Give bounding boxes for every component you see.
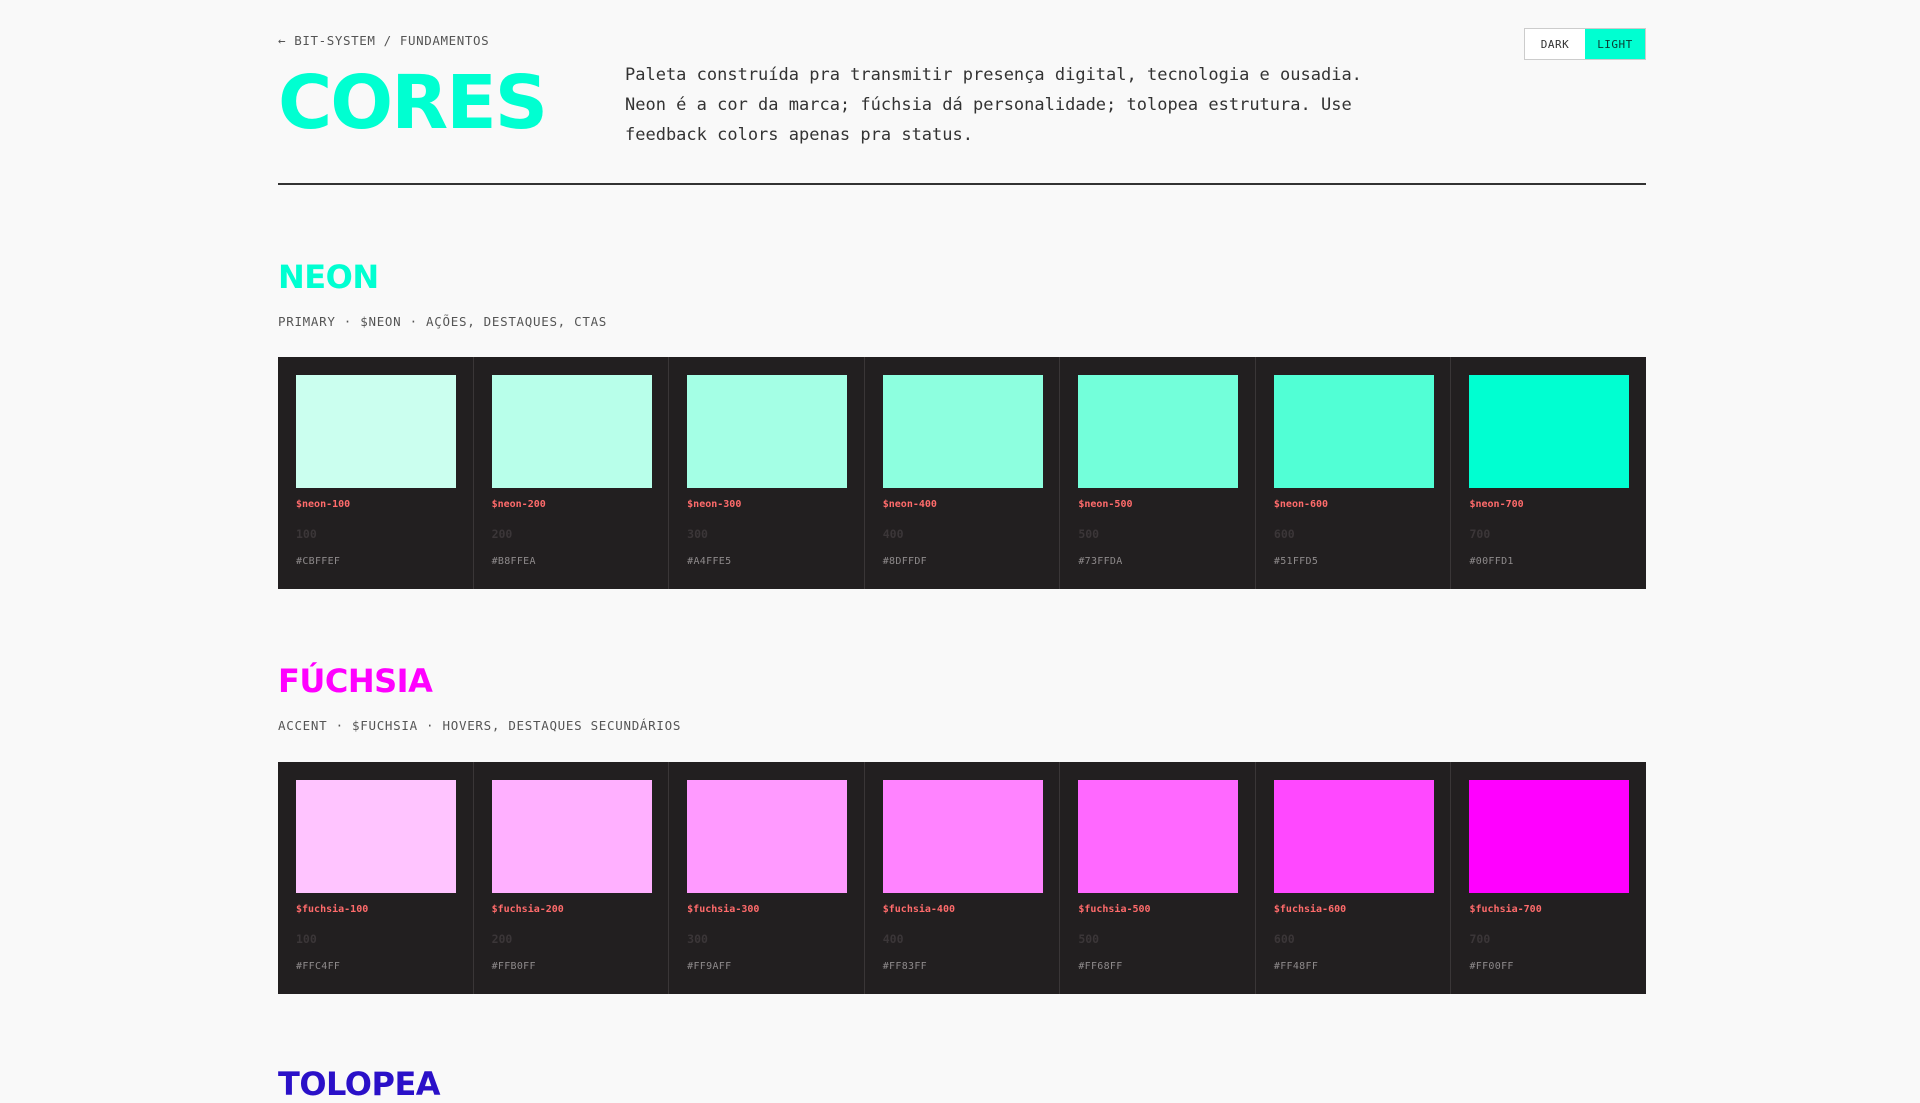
swatch-token: $neon-500 — [1078, 499, 1133, 510]
swatch-hex: #FF68FF — [1078, 961, 1123, 972]
swatch-token: $neon-700 — [1469, 499, 1524, 510]
swatch-token: $neon-600 — [1273, 499, 1329, 510]
swatch-weight: 500 — [1078, 932, 1100, 946]
section-subtitle-fuchsia: ACCENT · $FUCHSIA · HOVERS, DESTAQUES SE… — [278, 718, 682, 733]
swatch-color[interactable] — [687, 375, 848, 488]
swatch-hex: #8DFFDF — [882, 556, 927, 567]
swatch-token: $neon-100 — [296, 499, 351, 510]
swatch-card[interactable]: $neon-300 300 #A4FFE5 — [669, 357, 865, 589]
swatch-hex: #CBFFEF — [296, 556, 341, 567]
swatch-card[interactable]: $fuchsia-600 600 #FF48FF — [1256, 762, 1452, 994]
swatch-color[interactable] — [882, 780, 1043, 893]
swatch-card[interactable]: $fuchsia-700 700 #FF00FF — [1451, 762, 1646, 994]
swatch-card[interactable]: $neon-400 400 #8DFFDF — [865, 357, 1061, 589]
dark-theme-button[interactable]: DARK — [1525, 29, 1585, 59]
swatch-color[interactable] — [491, 780, 652, 893]
swatch-card[interactable]: $fuchsia-300 300 #FF9AFF — [669, 762, 865, 994]
swatch-hex: #51FFD5 — [1273, 556, 1319, 567]
swatch-weight: 300 — [687, 932, 708, 946]
section-title-neon: NEON — [278, 258, 379, 296]
swatch-card[interactable]: $neon-600 600 #51FFD5 — [1256, 357, 1452, 589]
swatch-hex: #FF00FF — [1469, 961, 1514, 972]
page-title: CORES — [278, 60, 548, 146]
swatch-color[interactable] — [1469, 375, 1630, 488]
swatch-token: $fuchsia-600 — [1273, 904, 1347, 915]
swatch-color[interactable] — [1273, 375, 1434, 488]
breadcrumb[interactable]: ← BIT-SYSTEM / FUNDAMENTOS — [278, 33, 489, 48]
swatch-hex: #FFB0FF — [491, 961, 536, 972]
swatch-color[interactable] — [296, 780, 456, 893]
header-divider — [278, 183, 1646, 185]
swatch-hex: #FF9AFF — [687, 961, 732, 972]
swatch-token: $neon-400 — [882, 499, 937, 510]
swatch-color[interactable] — [1469, 780, 1630, 893]
swatch-card[interactable]: $fuchsia-500 500 #FF68FF — [1060, 762, 1256, 994]
swatch-card[interactable]: $fuchsia-400 400 #FF83FF — [865, 762, 1061, 994]
swatch-token: $neon-300 — [687, 499, 742, 510]
swatch-weight: 600 — [1273, 527, 1295, 541]
swatch-weight: 500 — [1078, 527, 1100, 541]
swatch-weight: 300 — [687, 527, 708, 541]
light-theme-button[interactable]: LIGHT — [1585, 29, 1645, 59]
swatch-card[interactable]: $neon-500 500 #73FFDA — [1060, 357, 1256, 589]
swatch-token: $fuchsia-400 — [882, 904, 955, 915]
section-subtitle-neon: PRIMARY · $NEON · AÇÕES, DESTAQUES, CTAS — [278, 314, 608, 329]
swatch-token: $neon-200 — [491, 499, 546, 510]
swatch-weight: 600 — [1273, 932, 1295, 946]
swatch-token: $fuchsia-300 — [687, 904, 760, 915]
palette-neon: $neon-100 100 #CBFFEF $neon-200 200 #B8FFEA $n… — [278, 357, 1646, 589]
swatch-weight: 700 — [1469, 527, 1491, 541]
swatch-card[interactable]: $fuchsia-100 100 #FFC4FF — [278, 762, 474, 994]
swatch-color[interactable] — [1078, 780, 1239, 893]
swatch-card[interactable]: $neon-700 700 #00FFD1 — [1451, 357, 1646, 589]
swatch-weight: 100 — [296, 932, 317, 946]
swatch-color[interactable] — [296, 375, 456, 488]
swatch-color[interactable] — [882, 375, 1043, 488]
swatch-card[interactable]: $neon-200 200 #B8FFEA — [474, 357, 670, 589]
swatch-weight: 400 — [882, 527, 904, 541]
palette-fuchsia: $fuchsia-100 100 #FFC4FF $fuchsia-200 200 #FF… — [278, 762, 1646, 994]
swatch-token: $fuchsia-700 — [1469, 904, 1542, 915]
swatch-hex: #00FFD1 — [1469, 556, 1514, 567]
section-title-fuchsia: FÚCHSIA — [278, 662, 433, 700]
swatch-weight: 200 — [491, 527, 513, 541]
swatch-token: $fuchsia-200 — [491, 904, 564, 915]
swatch-weight: 400 — [882, 932, 904, 946]
swatch-color[interactable] — [1273, 780, 1434, 893]
swatch-weight: 200 — [491, 932, 513, 946]
swatch-color[interactable] — [1078, 375, 1239, 488]
swatch-token: $fuchsia-100 — [296, 904, 369, 915]
swatch-hex: #A4FFE5 — [687, 556, 732, 567]
swatch-weight: 700 — [1469, 932, 1491, 946]
swatch-hex: #FF83FF — [882, 961, 927, 972]
swatch-hex: #B8FFEA — [491, 556, 536, 567]
swatch-card[interactable]: $neon-100 100 #CBFFEF — [278, 357, 474, 589]
page-intro: Paleta construída pra transmitir presenç… — [625, 65, 1362, 145]
swatch-hex: #FF48FF — [1273, 961, 1319, 972]
swatch-token: $fuchsia-500 — [1078, 904, 1151, 915]
swatch-weight: 100 — [296, 527, 317, 541]
swatch-color[interactable] — [687, 780, 848, 893]
swatch-color[interactable] — [491, 375, 652, 488]
swatch-hex: #FFC4FF — [296, 961, 341, 972]
theme-toggle: DARK LIGHT — [1524, 28, 1646, 60]
section-title-tolopea: TOLOPEA — [278, 1065, 441, 1103]
swatch-hex: #73FFDA — [1078, 556, 1123, 567]
swatch-card[interactable]: $fuchsia-200 200 #FFB0FF — [474, 762, 670, 994]
